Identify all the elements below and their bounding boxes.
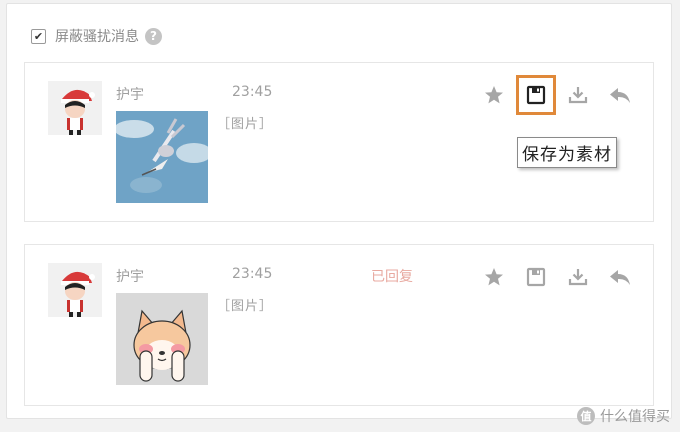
sender-name[interactable]: 护宇 [116,266,144,286]
watermark-text: 什么值得买 [600,409,670,425]
message-actions [465,75,633,115]
message-card: 护宇 23:45 已回复 ［图片］ [24,244,654,406]
download-icon[interactable] [565,82,591,108]
avatar[interactable] [48,81,102,135]
avatar[interactable] [48,263,102,317]
site-watermark: 值 什么值得买 [577,406,670,426]
save-as-material-tooltip: 保存为素材 [517,137,617,168]
shiba-dog-thumbnail[interactable] [116,293,208,385]
message-actions [465,264,633,290]
bunny-thumbnail[interactable] [116,111,208,203]
image-label: ［图片］ [217,117,274,132]
message-time: 23:45 [232,84,273,100]
message-time: 23:45 [232,266,273,282]
save-icon[interactable] [523,264,549,290]
image-label: ［图片］ [217,299,274,314]
block-harassment-checkbox[interactable]: ✔ [31,28,46,44]
sender-name[interactable]: 护宇 [116,84,144,104]
watermark-logo-icon: 值 [577,407,595,425]
reply-icon[interactable] [607,82,633,108]
reply-icon[interactable] [607,264,633,290]
block-harassment-label: 屏蔽骚扰消息 [55,29,139,45]
help-icon[interactable]: ? [145,27,162,45]
star-icon[interactable] [481,82,507,108]
checkmark-icon: ✔ [33,29,44,43]
block-harassment-filter[interactable]: ✔ 屏蔽骚扰消息 ? [31,26,162,46]
download-icon[interactable] [565,264,591,290]
star-icon[interactable] [481,264,507,290]
replied-status: 已回复 [371,269,413,285]
save-icon[interactable] [516,75,556,115]
